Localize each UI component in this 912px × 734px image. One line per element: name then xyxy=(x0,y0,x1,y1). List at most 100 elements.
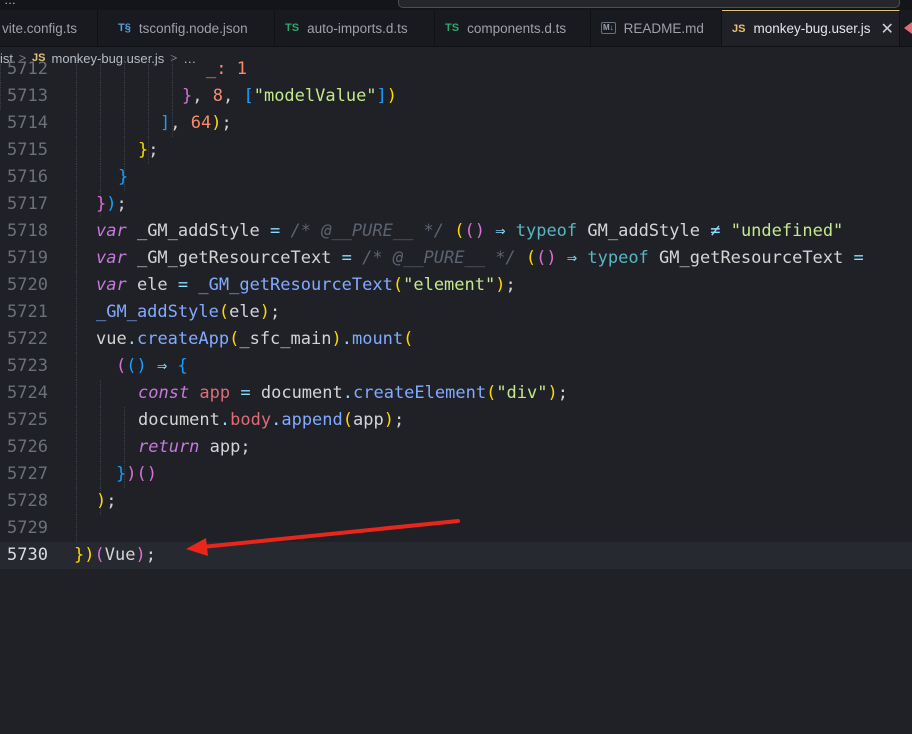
code-token: ] xyxy=(160,113,171,133)
line-number: 5716 xyxy=(7,167,48,187)
code-token: } xyxy=(74,545,85,565)
code-token: ( xyxy=(342,410,354,430)
line-number: 5714 xyxy=(7,113,48,133)
code-token: ) xyxy=(474,221,486,241)
indent-guide xyxy=(100,380,101,407)
code-token: = xyxy=(240,383,251,403)
code-text: }, 8, ["modelValue"]) xyxy=(182,83,397,110)
code-token: . xyxy=(219,410,231,430)
js-file-icon: JS xyxy=(732,22,746,35)
code-token: , xyxy=(192,86,213,106)
code-token: ) xyxy=(495,275,506,295)
code-text: }); xyxy=(96,191,127,218)
code-line[interactable]: 5721 _GM_addStyle(ele); xyxy=(0,299,912,326)
code-token: mount xyxy=(351,329,404,349)
code-token: ≠ xyxy=(710,221,721,241)
editor-tab-bar: vite.config.ts T§ tsconfig.node.json TS … xyxy=(0,10,912,47)
code-line[interactable]: 5726 return app; xyxy=(0,434,912,461)
code-line[interactable]: 5714 ], 64); xyxy=(0,110,912,137)
code-token: } xyxy=(96,194,107,214)
code-text: })(Vue); xyxy=(74,542,156,569)
code-token: app; xyxy=(199,437,251,457)
code-line[interactable]: 5715}; xyxy=(0,137,912,164)
line-number: 5728 xyxy=(7,491,48,511)
tab-label: components.d.ts xyxy=(467,20,567,36)
code-token: = xyxy=(177,275,189,295)
code-token: ( xyxy=(116,356,127,376)
code-token: ( xyxy=(454,221,465,241)
code-token: ⇒ xyxy=(485,221,516,241)
code-token: ( xyxy=(136,464,147,484)
tab-vite-config[interactable]: vite.config.ts xyxy=(0,10,98,46)
close-icon[interactable]: ✕ xyxy=(881,19,894,39)
code-line[interactable]: 5725 document.body.append(app); xyxy=(0,407,912,434)
code-token: } xyxy=(138,140,149,160)
code-token: ) xyxy=(383,410,394,430)
tab-components[interactable]: TS components.d.ts xyxy=(435,10,591,46)
code-line[interactable]: 5729 xyxy=(0,515,912,542)
line-number: 5730 xyxy=(7,545,48,565)
code-line[interactable]: 5716} xyxy=(0,164,912,191)
code-token: append xyxy=(281,410,343,430)
command-center[interactable] xyxy=(398,0,900,8)
ts-file-icon: TS xyxy=(445,22,460,34)
indent-guide xyxy=(0,56,1,83)
code-token: ( xyxy=(126,356,137,376)
tab-readme[interactable]: M↓ README.md xyxy=(591,10,722,46)
code-token: ( xyxy=(525,248,537,268)
code-token: /* @__PURE__ */ xyxy=(280,221,455,241)
code-text: return app; xyxy=(138,434,251,461)
code-token: = xyxy=(341,248,352,268)
tab-tsconfig-node[interactable]: T§ tsconfig.node.json xyxy=(108,10,275,46)
code-line[interactable]: 5722 vue.createApp(_sfc_main).mount( xyxy=(0,326,912,353)
code-token: ( xyxy=(536,248,547,268)
code-line[interactable]: 5717}); xyxy=(0,191,912,218)
code-token: = xyxy=(270,221,281,241)
code-line[interactable]: 5713}, 8, ["modelValue"]) xyxy=(0,83,912,110)
code-token: GM_getResourceText xyxy=(648,248,854,268)
indent-guide xyxy=(148,83,149,110)
indent-guide xyxy=(172,56,173,83)
tab-auto-imports[interactable]: TS auto-imports.d.ts xyxy=(275,10,435,46)
code-line[interactable]: 5727})() xyxy=(0,461,912,488)
indent-guide xyxy=(76,218,77,245)
code-token: 64 xyxy=(190,113,212,133)
indent-guide xyxy=(100,434,101,461)
indent-guide xyxy=(100,83,101,110)
code-token: ( xyxy=(218,302,230,322)
code-token: var xyxy=(96,221,127,241)
code-token: vue xyxy=(96,329,127,349)
code-line[interactable]: 5728); xyxy=(0,488,912,515)
code-line[interactable]: 5730 })(Vue); xyxy=(0,542,912,569)
code-text: } xyxy=(118,164,128,191)
code-line[interactable]: 5724 const app = document.createElement("… xyxy=(0,380,912,407)
code-token: ) xyxy=(106,194,117,214)
code-token: _: 1 xyxy=(206,59,247,79)
code-token: ; xyxy=(505,275,516,295)
indent-guide xyxy=(124,110,125,137)
code-editor[interactable]: 5712 _: 1 5713}, 8, ["modelValue"]) 5714 ], … xyxy=(0,56,912,734)
tab-overflow-icon[interactable] xyxy=(904,22,912,34)
code-token: ; xyxy=(116,194,127,214)
indent-guide xyxy=(76,83,77,110)
code-token: const xyxy=(138,383,190,403)
code-token: ) xyxy=(546,248,557,268)
indent-guide xyxy=(76,56,77,83)
code-line[interactable]: 5720 var ele = _GM_getResourceText("eleme… xyxy=(0,272,912,299)
code-line[interactable]: 5719 var _GM_getResourceText = /* @__PURE… xyxy=(0,245,912,272)
code-line[interactable]: 5712 _: 1 xyxy=(0,56,912,83)
code-text: var _GM_getResourceText = /* @__PURE__ *… xyxy=(96,245,864,272)
code-line[interactable]: 5718 var _GM_addStyle = /* @__PURE__ */ (… xyxy=(0,218,912,245)
tab-monkey-bug[interactable]: JS monkey-bug.user.js ✕ xyxy=(722,10,900,46)
code-token: /* @__PURE__ */ xyxy=(351,248,526,268)
code-text: document.body.append(app); xyxy=(138,407,404,434)
code-token: createElement xyxy=(353,383,487,403)
code-token: , xyxy=(222,86,244,106)
indent-guide xyxy=(0,83,1,110)
code-token: } xyxy=(116,464,127,484)
indent-guide xyxy=(100,461,101,488)
code-token: , xyxy=(170,113,191,133)
code-text: ], 64); xyxy=(160,110,232,137)
code-token: ( xyxy=(403,329,414,349)
code-line[interactable]: 5723 (() ⇒ { xyxy=(0,353,912,380)
